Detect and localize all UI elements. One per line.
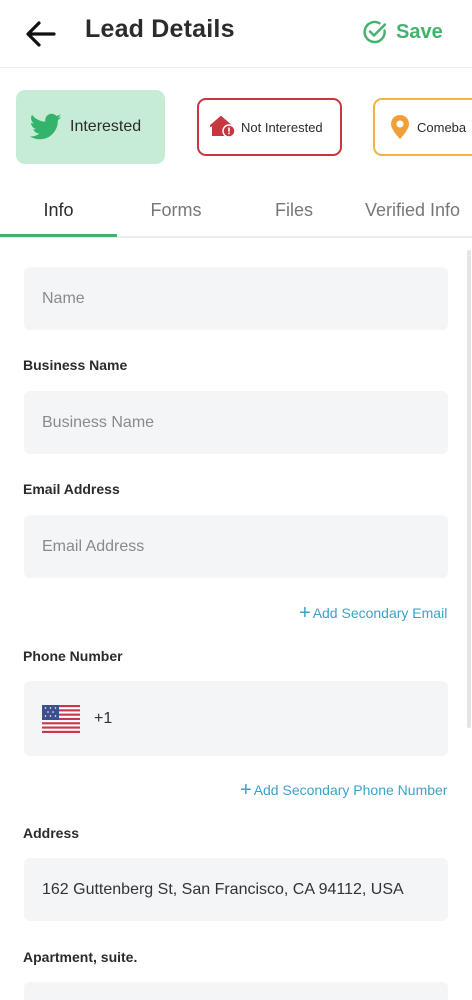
plus-icon: + (240, 779, 252, 801)
active-tab-indicator (0, 234, 117, 237)
status-chip-interested[interactable]: Interested (16, 90, 165, 164)
check-circle-icon (363, 20, 387, 44)
apartment-label: Apartment, suite. (23, 949, 138, 965)
apartment-input[interactable] (24, 982, 448, 1000)
back-button[interactable] (24, 18, 58, 50)
add-secondary-phone-label: Add Secondary Phone Number (253, 782, 448, 798)
business-name-input[interactable]: Business Name (24, 391, 448, 454)
business-name-label: Business Name (23, 357, 128, 373)
status-chip-label: Comeba (417, 119, 467, 135)
add-secondary-email-label: Add Secondary Email (312, 605, 448, 621)
app-header: Lead Details Save (0, 0, 472, 68)
scrollbar[interactable] (467, 250, 471, 728)
save-label: Save (396, 20, 443, 43)
plus-icon: + (299, 602, 311, 624)
page-title: Lead Details (85, 15, 235, 43)
location-pin-icon (391, 115, 409, 139)
save-button[interactable]: Save (362, 16, 443, 48)
tab-files[interactable]: Files (235, 200, 353, 221)
add-secondary-email-link[interactable]: + Add Secondary Email (299, 603, 447, 623)
house-alert-icon (210, 116, 236, 138)
tab-bar: Info Forms Files Verified Info (0, 186, 472, 238)
phone-input[interactable]: +1 (24, 681, 448, 756)
status-chip-not-interested[interactable]: Not Interested (197, 98, 342, 156)
twitter-bird-icon (30, 113, 62, 140)
address-label: Address (23, 825, 80, 841)
name-placeholder: Name (42, 289, 85, 307)
name-input[interactable]: Name (24, 267, 448, 330)
email-input[interactable]: Email Address (24, 515, 448, 578)
country-code: +1 (94, 709, 113, 727)
status-chip-comeback[interactable]: Comeba (373, 98, 472, 156)
email-label: Email Address (23, 481, 120, 497)
us-flag-icon (42, 704, 80, 733)
status-chip-label: Interested (70, 118, 142, 135)
address-value: 162 Guttenberg St, San Francisco, CA 941… (42, 880, 404, 898)
status-chip-label: Not Interested (241, 119, 323, 135)
business-name-placeholder: Business Name (42, 413, 155, 431)
address-input[interactable]: 162 Guttenberg St, San Francisco, CA 941… (24, 858, 448, 921)
email-placeholder: Email Address (42, 537, 145, 555)
tab-verified-info[interactable]: Verified Info (353, 200, 472, 221)
phone-label: Phone Number (23, 648, 123, 664)
tab-forms[interactable]: Forms (117, 200, 235, 221)
tab-info[interactable]: Info (0, 200, 117, 221)
status-chip-row: Interested Not Interested Comeba (0, 88, 472, 168)
add-secondary-phone-link[interactable]: + Add Secondary Phone Number (240, 780, 447, 800)
arrow-left-icon (26, 21, 56, 47)
